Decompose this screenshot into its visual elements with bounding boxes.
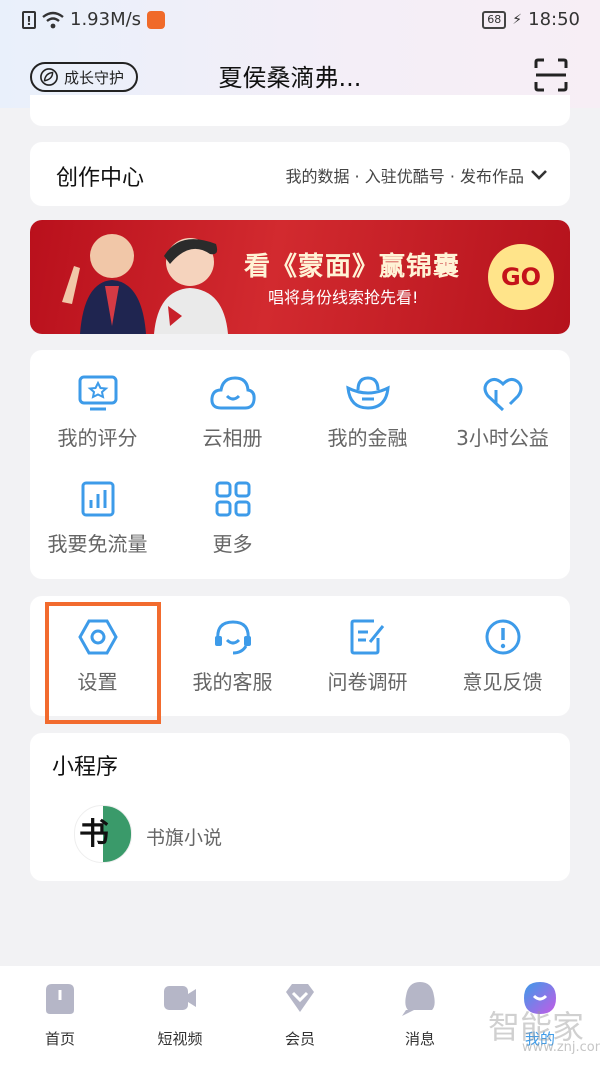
services-card: 我的评分 云相册 我的金融 3小时公益 我要免流量 更多: [30, 350, 570, 579]
creation-links-text: 我的数据 · 入驻优酷号 · 发布作品: [285, 167, 524, 186]
ingot-icon: [345, 376, 390, 410]
customer-service-icon: [214, 620, 251, 655]
tool-label: 我的客服: [192, 670, 273, 694]
wifi-icon: [42, 11, 64, 28]
settings-highlight-box: [45, 602, 161, 724]
vip-icon: [286, 984, 314, 1012]
clock: 18:50: [528, 9, 580, 30]
book-logo-icon: 书: [79, 806, 131, 862]
charging-icon: ⚡: [512, 11, 523, 28]
banner-headline: 看《蒙面》赢锦囊: [244, 252, 461, 282]
mini-program-name[interactable]: 书旗小说: [146, 823, 222, 850]
banner-go-button[interactable]: GO: [488, 244, 554, 310]
creation-center-card[interactable]: 创作中心 我的数据 · 入驻优酷号 · 发布作品: [30, 142, 570, 206]
grid-icon: [215, 481, 250, 517]
survey-icon: [350, 619, 384, 655]
service-my-finance[interactable]: 我的金融: [300, 374, 435, 451]
video-icon: [164, 986, 196, 1010]
rating-icon: [78, 375, 117, 411]
network-speed: 1.93M/s: [70, 9, 142, 30]
tool-label: 问卷调研: [327, 670, 408, 694]
tool-feedback[interactable]: 意见反馈: [435, 618, 570, 695]
book-logo-text: 书: [79, 817, 109, 852]
app-notification-icon: [147, 10, 166, 29]
tool-label: 意见反馈: [462, 670, 543, 694]
service-label: 3小时公益: [456, 426, 549, 450]
mini-programs-card: 小程序 书 书旗小说: [30, 733, 570, 881]
home-icon: [46, 984, 74, 1014]
banner-people-image: [62, 234, 228, 334]
service-my-rating[interactable]: 我的评分: [30, 374, 165, 451]
data-chart-icon: [81, 481, 114, 517]
tool-survey[interactable]: 问卷调研: [300, 618, 435, 695]
service-label: 我要免流量: [47, 532, 148, 556]
mini-programs-label: 小程序: [52, 755, 119, 780]
page-title: 夏侯桑滴弗...: [218, 64, 362, 92]
tab-short-video[interactable]: 短视频: [120, 980, 240, 1049]
service-label: 我的评分: [57, 426, 138, 450]
sim-alert-icon: !: [22, 10, 36, 29]
service-cloud-album[interactable]: 云相册: [165, 374, 300, 451]
charity-icon: [483, 377, 522, 412]
message-icon: [402, 982, 435, 1016]
service-free-data[interactable]: 我要免流量: [30, 480, 165, 557]
tab-label: 首页: [44, 1030, 75, 1048]
tab-label: 会员: [284, 1030, 315, 1048]
service-more[interactable]: 更多: [165, 480, 300, 557]
service-label: 我的金融: [327, 426, 408, 450]
creation-center-label: 创作中心: [56, 166, 145, 191]
service-label: 更多: [212, 532, 253, 556]
cloud-icon: [209, 376, 256, 410]
profile-card-bottom: [30, 95, 570, 126]
feedback-icon: [485, 619, 520, 655]
tool-customer-service[interactable]: 我的客服: [165, 618, 300, 695]
tab-home[interactable]: 首页: [0, 980, 120, 1049]
watermark-site: www.znj.com: [522, 1040, 600, 1055]
creation-center-links[interactable]: 我的数据 · 入驻优酷号 · 发布作品: [285, 163, 548, 187]
status-bar: ! 1.93M/s 68 ⚡ 18:50: [0, 0, 600, 40]
shuqi-novel-logo[interactable]: 书: [74, 805, 132, 863]
tab-label: 短视频: [157, 1030, 203, 1048]
chevron-down-icon: [531, 170, 547, 180]
service-charity[interactable]: 3小时公益: [435, 374, 570, 451]
tab-label: 消息: [404, 1030, 435, 1048]
banner-subtitle: 唱将身份线索抢先看!: [268, 288, 419, 307]
scan-icon[interactable]: [534, 58, 568, 92]
service-label: 云相册: [202, 426, 263, 450]
tab-messages[interactable]: 消息: [360, 980, 480, 1049]
tab-vip[interactable]: 会员: [240, 980, 360, 1049]
promo-banner[interactable]: 看《蒙面》赢锦囊 唱将身份线索抢先看! GO: [30, 220, 570, 334]
battery-indicator: 68: [482, 10, 507, 29]
